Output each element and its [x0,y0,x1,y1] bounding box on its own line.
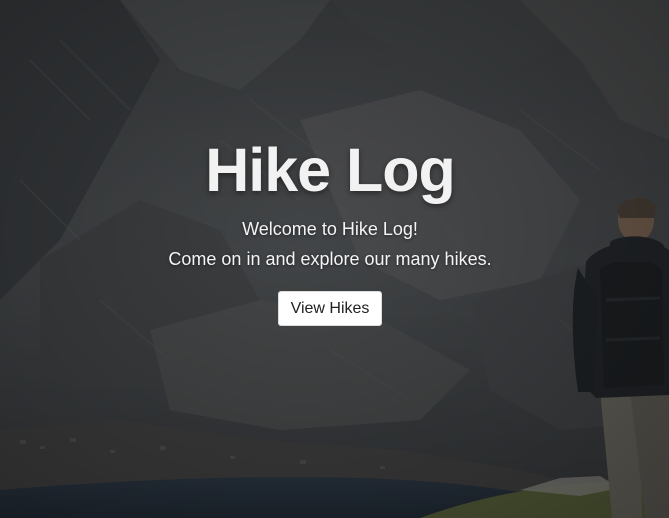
hero-tagline-text: Come on in and explore our many hikes. [168,249,492,269]
view-hikes-button[interactable]: View Hikes [278,291,382,326]
hero-title: Hike Log [205,136,456,204]
hero-content: Hike Log Welcome to Hike Log! Come on in… [0,0,669,518]
hero-welcome-text: Welcome to Hike Log! [242,219,418,239]
hero-section: Hike Log Welcome to Hike Log! Come on in… [0,0,669,518]
